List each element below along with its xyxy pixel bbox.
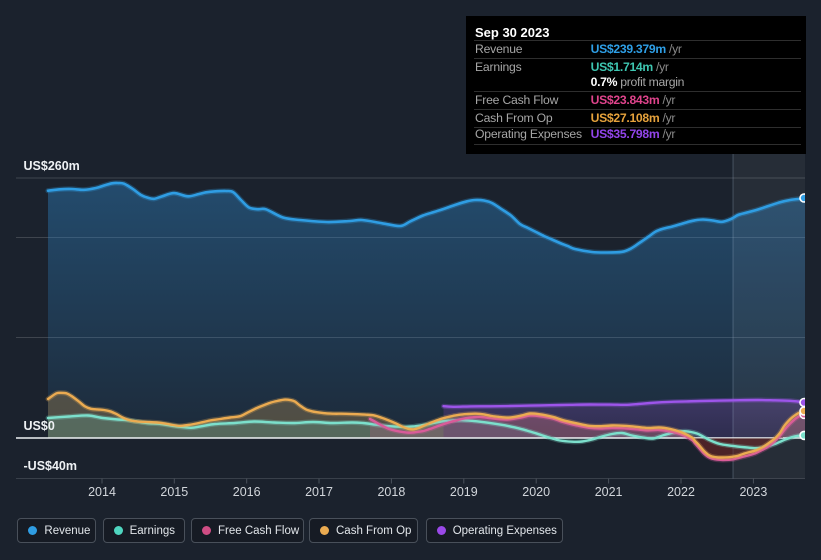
svg-text:2015: 2015 — [160, 485, 188, 499]
svg-text:2014: 2014 — [88, 485, 116, 499]
svg-text:2021: 2021 — [595, 485, 623, 499]
svg-text:2017: 2017 — [305, 485, 333, 499]
svg-text:2023: 2023 — [739, 485, 767, 499]
svg-text:2016: 2016 — [233, 485, 261, 499]
svg-text:US$0: US$0 — [24, 419, 55, 433]
svg-text:2019: 2019 — [450, 485, 478, 499]
svg-text:2022: 2022 — [667, 485, 695, 499]
svg-text:2018: 2018 — [377, 485, 405, 499]
svg-text:-US$40m: -US$40m — [24, 459, 78, 473]
svg-text:US$260m: US$260m — [24, 159, 80, 173]
svg-text:2020: 2020 — [522, 485, 550, 499]
